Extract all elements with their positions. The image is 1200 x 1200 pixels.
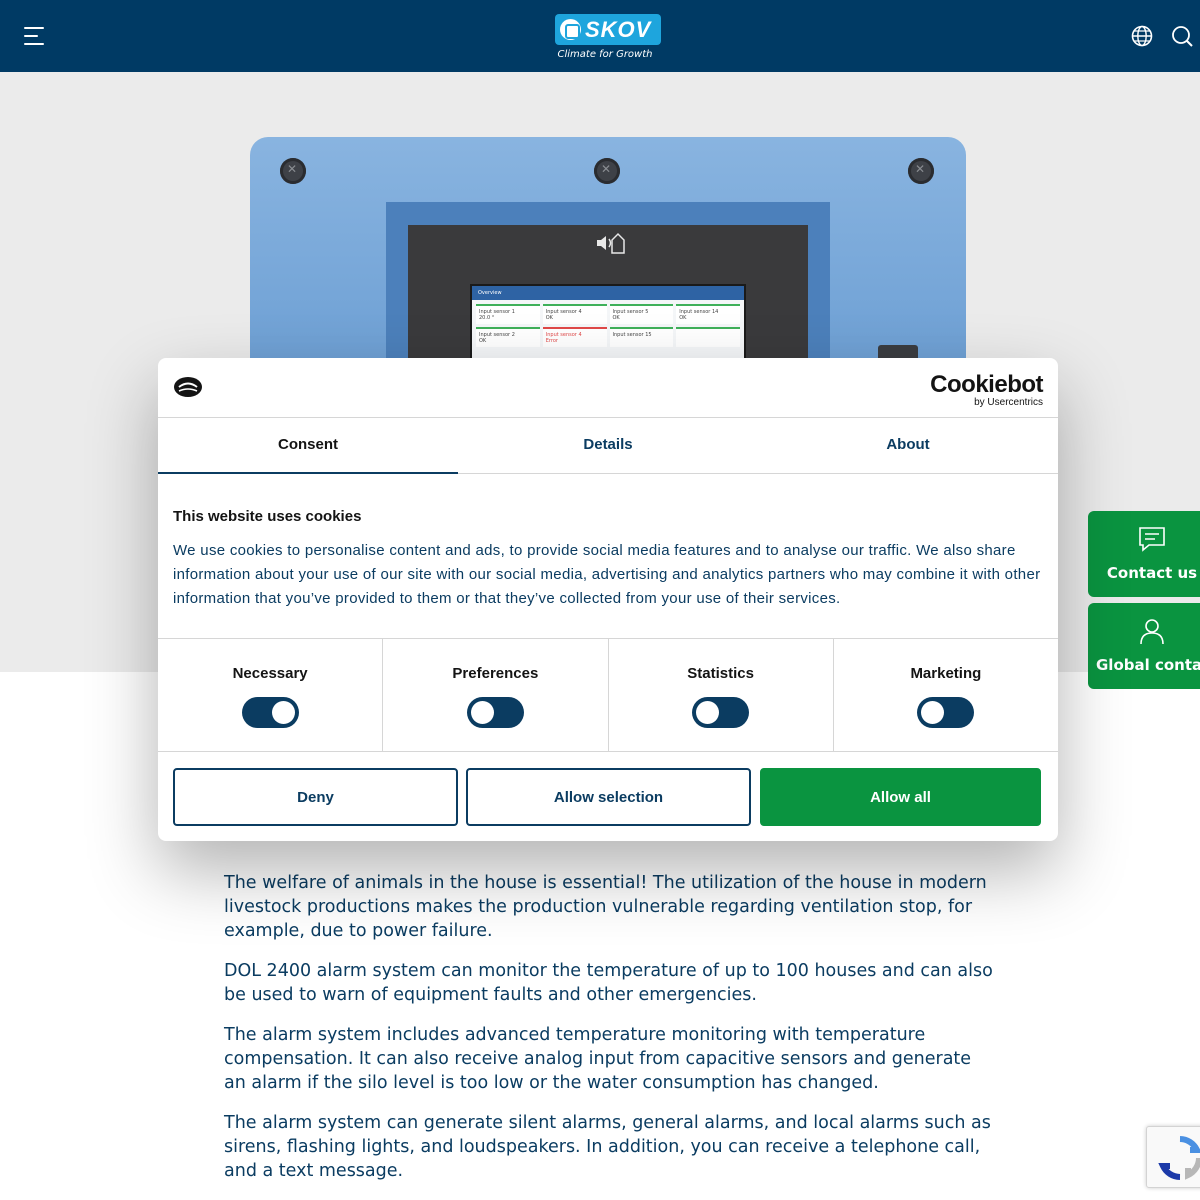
allow-all-button[interactable]: Allow all bbox=[760, 768, 1041, 826]
display-tile: Input sensor 2 OK bbox=[476, 327, 540, 347]
skov-logo[interactable]: SKOV Climate for Growth bbox=[555, 14, 661, 64]
site-header: SKOV Climate for Growth bbox=[0, 0, 1200, 72]
tab-details[interactable]: Details bbox=[458, 418, 758, 473]
category-label: Necessary bbox=[232, 665, 308, 682]
category-label: Statistics bbox=[687, 665, 754, 682]
category-label: Marketing bbox=[910, 665, 982, 682]
recaptcha-icon bbox=[1158, 1136, 1200, 1180]
cookiebot-brand-sub: by Usercentrics bbox=[974, 397, 1043, 408]
cookie-buttons: Deny Allow selection Allow all bbox=[158, 752, 1058, 842]
display-tile: Input sensor 15 bbox=[609, 327, 674, 347]
display-tile: Input sensor 14 OK bbox=[676, 304, 740, 324]
statistics-toggle[interactable] bbox=[692, 697, 750, 728]
screw bbox=[908, 158, 934, 184]
article-paragraph: The alarm system can generate silent ala… bbox=[224, 1113, 991, 1181]
cookie-heading: This website uses cookies bbox=[173, 508, 362, 525]
display-tiles: Input sensor 1 20.0 ° Input sensor 4 OK In… bbox=[472, 300, 744, 351]
tab-about[interactable]: About bbox=[758, 418, 1058, 473]
logo-name: SKOV bbox=[585, 17, 652, 42]
cookie-tabs: Consent Details About bbox=[158, 418, 1058, 474]
global-contacts-button[interactable]: Global contac bbox=[1088, 603, 1200, 689]
category-label: Preferences bbox=[452, 665, 539, 682]
cookiebot-brand: Cookiebot bbox=[930, 371, 1043, 398]
article-paragraph: DOL 2400 alarm system can monitor the te… bbox=[224, 961, 993, 1005]
cookie-dialog-header: Cookiebot by Usercentrics bbox=[158, 358, 1058, 418]
cookie-body: This website uses cookies We use cookies… bbox=[158, 474, 1058, 639]
contact-us-label: Contact us bbox=[1106, 564, 1198, 582]
skov-logo-icon bbox=[560, 19, 581, 40]
necessary-toggle[interactable] bbox=[241, 697, 299, 728]
display-tile: Input sensor 5 OK bbox=[609, 304, 674, 324]
hamburger-menu-icon[interactable] bbox=[24, 26, 44, 46]
cookie-consent-dialog: Cookiebot by Usercentrics Consent Detail… bbox=[158, 358, 1058, 841]
display-tile-error: Input sensor 4 Error bbox=[542, 327, 607, 347]
display-tile bbox=[676, 327, 740, 347]
cookie-category-switches: Necessary Preferences Statistics Marketi… bbox=[158, 639, 1058, 752]
logo-tagline: Climate for Growth bbox=[557, 49, 653, 60]
cookiebot-mark-icon bbox=[174, 377, 202, 397]
contact-us-button[interactable]: Contact us bbox=[1088, 511, 1200, 597]
logo-badge: SKOV bbox=[555, 14, 661, 45]
chat-icon bbox=[1139, 527, 1165, 552]
recaptcha-badge[interactable] bbox=[1146, 1126, 1200, 1188]
article-body: The welfare of animals in the house is e… bbox=[224, 871, 994, 1199]
marketing-toggle[interactable] bbox=[917, 697, 975, 728]
category-preferences: Preferences bbox=[383, 639, 609, 751]
allow-selection-button[interactable]: Allow selection bbox=[466, 768, 751, 826]
speaker-house-icon bbox=[597, 232, 625, 254]
cookie-description: We use cookies to personalise content an… bbox=[173, 542, 1041, 607]
screw bbox=[594, 158, 620, 184]
deny-button[interactable]: Deny bbox=[173, 768, 458, 826]
person-icon bbox=[1140, 619, 1164, 645]
screw bbox=[280, 158, 306, 184]
tab-consent[interactable]: Consent bbox=[158, 418, 458, 474]
category-marketing: Marketing bbox=[834, 639, 1058, 751]
article-paragraph: The alarm system includes advanced tempe… bbox=[224, 1025, 972, 1093]
global-contacts-label: Global contac bbox=[1096, 656, 1200, 674]
preferences-toggle[interactable] bbox=[466, 697, 524, 728]
globe-icon[interactable] bbox=[1131, 25, 1153, 47]
display-tile: Input sensor 1 20.0 ° bbox=[476, 304, 540, 324]
display-title: Overview bbox=[472, 286, 744, 300]
article-paragraph: The welfare of animals in the house is e… bbox=[224, 873, 987, 941]
search-icon[interactable] bbox=[1171, 25, 1193, 47]
category-necessary: Necessary bbox=[158, 639, 384, 751]
category-statistics: Statistics bbox=[609, 639, 834, 751]
cookiebot-logo[interactable]: Cookiebot by Usercentrics bbox=[930, 371, 1043, 409]
display-tile: Input sensor 4 OK bbox=[542, 304, 607, 324]
